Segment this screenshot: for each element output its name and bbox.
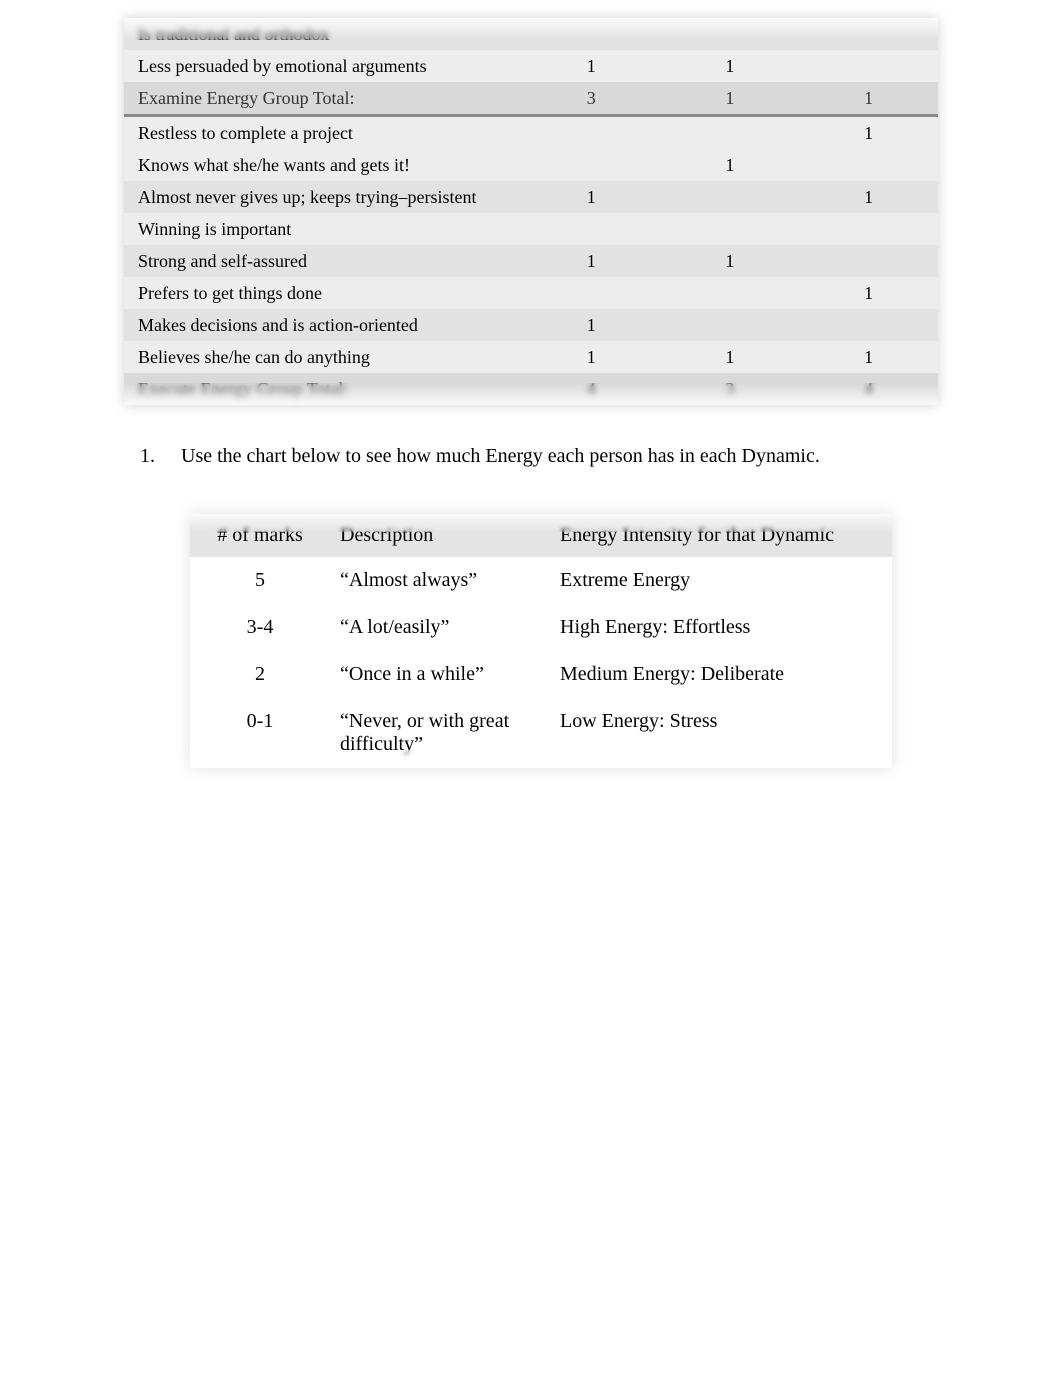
table-row: Knows what she/he wants and gets it! 1 xyxy=(124,149,938,181)
value-cell: 1 xyxy=(799,117,938,149)
value-cell xyxy=(661,277,800,309)
value-cell xyxy=(661,309,800,341)
row-label: Winning is important xyxy=(124,213,522,245)
table-row: Strong and self-assured11 xyxy=(124,245,938,277)
value-cell xyxy=(522,213,661,245)
value-cell xyxy=(522,117,661,149)
scale-header-marks: # of marks xyxy=(190,514,330,557)
description-cell: “Almost always” xyxy=(330,557,550,604)
table-row: 0-1“Never, or with great difficulty”Low … xyxy=(190,698,892,768)
energy-table-wrap: Is traditional and orthodoxLess persuade… xyxy=(124,18,938,405)
table-row: Prefers to get things done 1 xyxy=(124,277,938,309)
value-cell xyxy=(799,18,938,50)
energy-table: Is traditional and orthodoxLess persuade… xyxy=(124,18,938,405)
scale-header-desc: Description xyxy=(330,514,550,557)
value-cell: 1 xyxy=(661,82,800,114)
table-row: Winning is important xyxy=(124,213,938,245)
value-cell: 1 xyxy=(799,277,938,309)
table-row: Execute Energy Group Total:434 xyxy=(124,373,938,405)
value-cell xyxy=(799,50,938,82)
row-label: Less persuaded by emotional arguments xyxy=(124,50,522,82)
value-cell: 1 xyxy=(661,149,800,181)
row-label: Makes decisions and is action-oriented xyxy=(124,309,522,341)
intensity-cell: Extreme Energy xyxy=(550,557,892,604)
value-cell xyxy=(661,18,800,50)
value-cell: 1 xyxy=(799,341,938,373)
row-label: Strong and self-assured xyxy=(124,245,522,277)
value-cell: 3 xyxy=(522,82,661,114)
value-cell xyxy=(799,309,938,341)
value-cell xyxy=(661,117,800,149)
value-cell xyxy=(661,213,800,245)
scale-table-wrap: # of marks Description Energy Intensity … xyxy=(190,514,892,768)
table-row: Is traditional and orthodox xyxy=(124,18,938,50)
scale-header-row: # of marks Description Energy Intensity … xyxy=(190,514,892,557)
table-row: Makes decisions and is action-oriented1 xyxy=(124,309,938,341)
value-cell xyxy=(522,149,661,181)
table-row: Examine Energy Group Total:311 xyxy=(124,82,938,114)
table-row: Believes she/he can do anything111 xyxy=(124,341,938,373)
description-cell: “A lot/easily” xyxy=(330,604,550,651)
value-cell: 1 xyxy=(522,50,661,82)
value-cell: 3 xyxy=(661,373,800,405)
value-cell: 1 xyxy=(522,245,661,277)
value-cell xyxy=(522,18,661,50)
value-cell: 4 xyxy=(522,373,661,405)
intensity-cell: Medium Energy: Deliberate xyxy=(550,651,892,698)
description-cell: “Never, or with great difficulty” xyxy=(330,698,550,768)
intensity-cell: Low Energy: Stress xyxy=(550,698,892,768)
value-cell: 1 xyxy=(661,50,800,82)
row-label: Prefers to get things done xyxy=(124,277,522,309)
marks-cell: 5 xyxy=(190,557,330,604)
value-cell xyxy=(799,149,938,181)
row-label: Believes she/he can do anything xyxy=(124,341,522,373)
instruction-text: Use the chart below to see how much Ener… xyxy=(181,445,820,467)
row-label: Almost never gives up; keeps trying–pers… xyxy=(124,181,522,213)
value-cell xyxy=(799,213,938,245)
value-cell xyxy=(799,245,938,277)
table-row: Almost never gives up; keeps trying–pers… xyxy=(124,181,938,213)
value-cell: 1 xyxy=(799,181,938,213)
value-cell: 1 xyxy=(661,245,800,277)
value-cell xyxy=(661,181,800,213)
marks-cell: 0-1 xyxy=(190,698,330,768)
row-label: Restless to complete a project xyxy=(124,117,522,149)
marks-cell: 3-4 xyxy=(190,604,330,651)
description-cell: “Once in a while” xyxy=(330,651,550,698)
table-row: 3-4“A lot/easily”High Energy: Effortless xyxy=(190,604,892,651)
page: Is traditional and orthodoxLess persuade… xyxy=(0,18,1062,1394)
row-label: Knows what she/he wants and gets it! xyxy=(124,149,522,181)
table-row: 2“Once in a while”Medium Energy: Deliber… xyxy=(190,651,892,698)
value-cell: 1 xyxy=(661,341,800,373)
scale-table: # of marks Description Energy Intensity … xyxy=(190,514,892,768)
table-row: 5“Almost always”Extreme Energy xyxy=(190,557,892,604)
scale-header-intensity: Energy Intensity for that Dynamic xyxy=(550,514,892,557)
value-cell: 1 xyxy=(522,341,661,373)
table-row: Restless to complete a project 1 xyxy=(124,117,938,149)
value-cell: 1 xyxy=(799,82,938,114)
table-row: Less persuaded by emotional arguments11 xyxy=(124,50,938,82)
intensity-cell: High Energy: Effortless xyxy=(550,604,892,651)
row-label: Examine Energy Group Total: xyxy=(124,82,522,114)
value-cell xyxy=(522,277,661,309)
value-cell: 1 xyxy=(522,181,661,213)
row-label: Is traditional and orthodox xyxy=(124,18,522,50)
instruction-line: 1. Use the chart below to see how much E… xyxy=(140,445,922,468)
value-cell: 1 xyxy=(522,309,661,341)
row-label: Execute Energy Group Total: xyxy=(124,373,522,405)
marks-cell: 2 xyxy=(190,651,330,698)
instruction-number: 1. xyxy=(140,445,176,468)
value-cell: 4 xyxy=(799,373,938,405)
